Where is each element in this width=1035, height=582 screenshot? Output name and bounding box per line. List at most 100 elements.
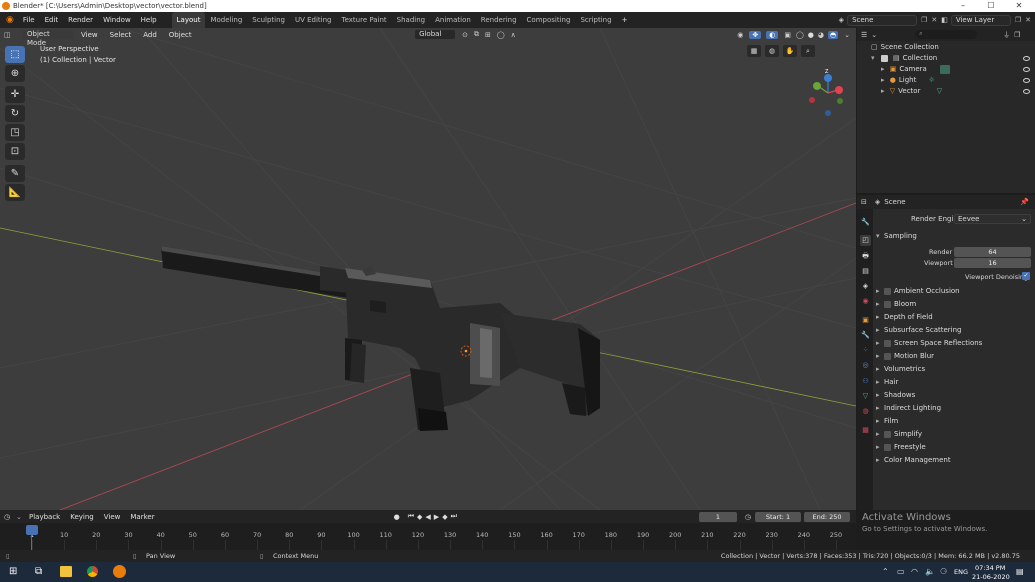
render-section-simplify[interactable]: ▸ Simplify (876, 428, 1035, 441)
remove-view-layer-icon[interactable]: ✕ (1025, 16, 1031, 24)
view-layer-tab-icon[interactable]: ▤ (860, 266, 871, 277)
jump-start-icon[interactable]: ⏮ (408, 512, 414, 521)
modifier-tab-icon[interactable]: 🔧 (860, 330, 871, 341)
render-section-indirect-lighting[interactable]: ▸ Indirect Lighting (876, 402, 1035, 415)
section-checkbox[interactable] (884, 430, 891, 438)
windows-start-icon[interactable]: ⊞ (9, 566, 17, 577)
mesh-data-icon[interactable]: ▽ (937, 87, 942, 95)
particles-tab-icon[interactable]: ⁘ (860, 345, 871, 356)
outliner-item-light[interactable]: ▸ ● Light ☼ (857, 75, 1035, 86)
mesh-data-tab-icon[interactable]: ▽ (860, 391, 871, 402)
scale-tool-icon[interactable]: ◳ (5, 124, 25, 141)
tool-tab-icon[interactable]: 🔧 (860, 217, 871, 228)
workspace-tab-rendering[interactable]: Rendering (476, 12, 522, 28)
properties-editor-icon[interactable]: ⊟ (861, 198, 867, 206)
task-view-icon[interactable]: ⧉ (35, 566, 42, 577)
visibility-eye-icon[interactable] (1023, 56, 1030, 61)
physics-tab-icon[interactable]: ◎ (860, 360, 871, 371)
cursor-tool-icon[interactable]: ⊕ (5, 65, 25, 82)
battery-icon[interactable]: ▭ (897, 567, 905, 576)
file-explorer-icon[interactable] (60, 566, 72, 577)
render-section-shadows[interactable]: ▸ Shadows (876, 389, 1035, 402)
chrome-icon[interactable] (86, 565, 99, 578)
tray-chevron-icon[interactable]: ⌃ (882, 567, 889, 576)
record-icon[interactable]: ● (394, 513, 400, 521)
playhead-marker[interactable] (26, 525, 38, 535)
select-box-tool-icon[interactable]: ⬚ (5, 46, 25, 63)
object-mode-dropdown[interactable]: Object Mode (22, 29, 74, 47)
render-section-film[interactable]: ▸ Film (876, 415, 1035, 428)
scene-selector[interactable]: Scene (847, 14, 918, 26)
workspace-tab-compositing[interactable]: Compositing (522, 12, 576, 28)
notifications-icon[interactable]: ▤ (1016, 567, 1024, 576)
section-checkbox[interactable] (884, 287, 891, 295)
render-section-ambient-occlusion[interactable]: ▸ Ambient Occlusion (876, 285, 1035, 298)
camera-view-icon[interactable]: ◍ (765, 45, 779, 57)
language-indicator[interactable]: ENG (954, 568, 968, 576)
outliner-editor-icon[interactable]: ☰ (861, 31, 867, 39)
falloff-icon[interactable]: ∧ (511, 31, 516, 39)
filter-icon[interactable]: ⏚ (1003, 30, 1010, 40)
material-tab-icon[interactable]: ◍ (860, 406, 871, 417)
view-layer-selector[interactable]: View Layer (950, 14, 1011, 26)
jump-end-icon[interactable]: ⏭ (451, 512, 457, 521)
constraints-tab-icon[interactable]: ⚇ (860, 376, 871, 387)
zoom-icon[interactable]: ⌕ (801, 45, 815, 57)
end-frame-field[interactable]: End: 250 (804, 511, 851, 522)
shading-wireframe-icon[interactable]: ◯ (796, 31, 804, 39)
outliner-item-camera[interactable]: ▸ ▣ Camera (857, 64, 1035, 75)
viewport-menu-add[interactable]: Add (138, 27, 162, 43)
transform-orientation-dropdown[interactable]: Global (414, 29, 457, 40)
new-collection-icon[interactable]: ❐ (1014, 31, 1020, 39)
close-icon[interactable]: ✕ (1005, 0, 1033, 12)
render-section-volumetrics[interactable]: ▸ Volumetrics (876, 363, 1035, 376)
new-view-layer-icon[interactable]: ❐ (1015, 16, 1021, 24)
menu-edit[interactable]: Edit (40, 12, 64, 28)
move-tool-icon[interactable]: ✛ (5, 86, 25, 103)
outliner-search-input[interactable]: ⌕ (915, 30, 978, 39)
current-frame-field[interactable]: 1 (698, 511, 737, 522)
output-tab-icon[interactable]: 🖶 (860, 251, 871, 262)
viewport-menu-view[interactable]: View (76, 27, 103, 43)
render-section-bloom[interactable]: ▸ Bloom (876, 298, 1035, 311)
pin-icon[interactable]: 📌 (1020, 198, 1029, 206)
workspace-tab-texture-paint[interactable]: Texture Paint (337, 12, 392, 28)
world-tab-icon[interactable]: ◉ (860, 296, 871, 307)
outliner-item-vector[interactable]: ▸ ▽ Vector ▽ (857, 86, 1035, 97)
snap-target-icon[interactable]: ⊞ (485, 31, 491, 39)
minimize-icon[interactable]: – (949, 0, 977, 12)
workspace-tab-animation[interactable]: Animation (430, 12, 476, 28)
outliner-scene-collection[interactable]: ▢ Scene Collection (857, 42, 1035, 53)
texture-tab-icon[interactable]: ▦ (860, 425, 871, 436)
viewport-denoising-checkbox[interactable]: ✓ (1022, 272, 1030, 280)
proportional-edit-icon[interactable]: ◯ (497, 31, 505, 39)
render-tab-icon[interactable]: ◰ (860, 235, 871, 246)
render-section-screen-space-reflections[interactable]: ▸ Screen Space Reflections (876, 337, 1035, 350)
shading-material-icon[interactable]: ◕ (818, 31, 824, 39)
clock-time[interactable]: 07:34 PM (975, 564, 1005, 572)
viewport-samples-field[interactable]: 16 (954, 258, 1031, 268)
rotate-tool-icon[interactable]: ↻ (5, 105, 25, 122)
pan-hand-icon[interactable]: ✋ (783, 45, 797, 57)
3d-viewport[interactable]: User Perspective (1) Collection | Vector… (0, 28, 856, 510)
visibility-icon[interactable]: ◉ (737, 31, 743, 39)
object-tab-icon[interactable]: ▣ (860, 315, 871, 326)
shading-solid-icon[interactable]: ● (808, 31, 814, 39)
xray-icon[interactable]: ▣ (784, 31, 791, 39)
snap-icon[interactable]: ⧉ (474, 30, 479, 39)
section-checkbox[interactable] (884, 339, 891, 347)
reverse-play-icon[interactable]: ◀ (425, 513, 430, 521)
next-keyframe-icon[interactable]: ◆ (442, 513, 447, 521)
section-checkbox[interactable] (884, 300, 891, 308)
visibility-eye-icon[interactable] (1023, 78, 1030, 83)
light-data-icon[interactable]: ☼ (929, 76, 935, 84)
render-section-depth-of-field[interactable]: ▸ Depth of Field (876, 311, 1035, 324)
maximize-icon[interactable]: ☐ (977, 0, 1005, 12)
scene-tab-icon[interactable]: ◈ (860, 281, 871, 292)
grid-view-icon[interactable]: ▦ (747, 45, 761, 57)
measure-tool-icon[interactable]: 📐 (5, 184, 25, 201)
pivot-point-icon[interactable]: ⊙ (462, 31, 468, 39)
navigation-gizmo[interactable] (809, 74, 843, 116)
editor-type-icon[interactable]: ◫ (4, 31, 20, 39)
wifi-icon[interactable]: ◠ (911, 567, 918, 576)
